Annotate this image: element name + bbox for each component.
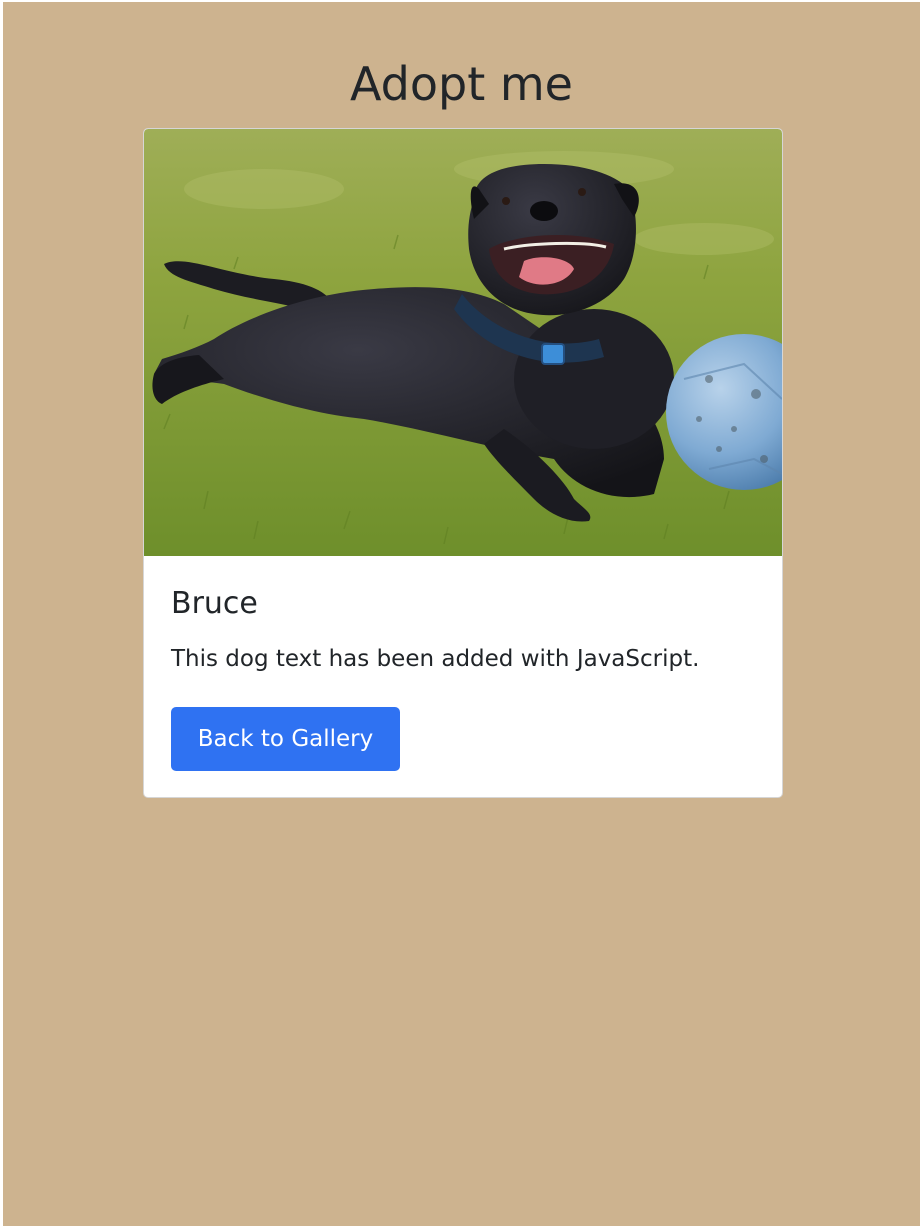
dog-name: Bruce <box>171 586 258 621</box>
dog-photo <box>144 129 782 556</box>
dog-description: This dog text has been added with JavaSc… <box>171 646 700 672</box>
back-to-gallery-button[interactable]: Back to Gallery <box>171 707 400 771</box>
page-background: Adopt me Bruce This dog text has been ad… <box>3 2 920 1226</box>
page-title: Adopt me <box>350 57 573 111</box>
dog-card: Bruce This dog text has been added with … <box>143 128 783 798</box>
